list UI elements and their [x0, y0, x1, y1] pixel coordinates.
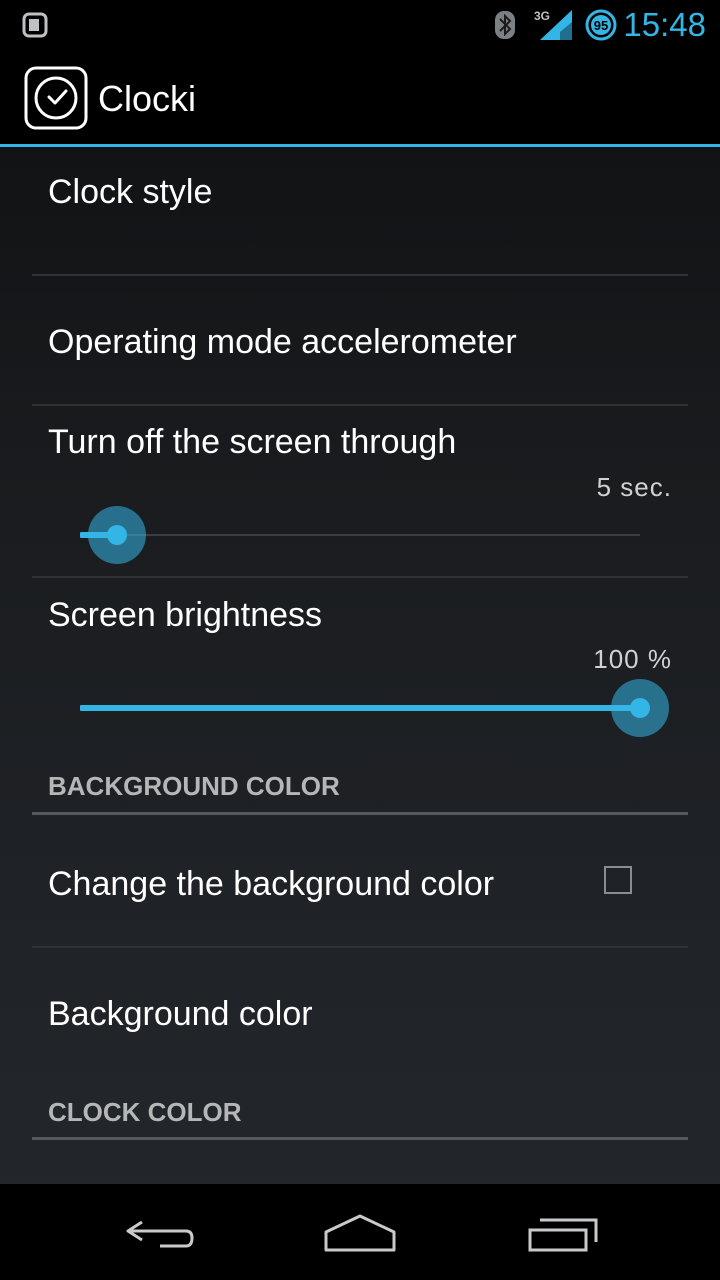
category-divider: [32, 812, 688, 815]
navigation-bar: [0, 1184, 720, 1280]
signal-icon: 3G: [534, 9, 572, 40]
battery-level: 95: [594, 18, 608, 33]
change-background-checkbox[interactable]: [604, 866, 632, 894]
notification-icon: [22, 12, 48, 38]
category-background-color: BACKGROUND COLOR: [48, 771, 340, 801]
pref-brightness-title[interactable]: Screen brightness: [48, 595, 322, 635]
recents-icon[interactable]: [522, 1202, 602, 1262]
back-icon[interactable]: [120, 1202, 200, 1262]
status-bar: 3G 95 15:48: [0, 0, 720, 50]
clock-icon[interactable]: [24, 66, 88, 130]
pref-background-color[interactable]: Background color: [48, 994, 313, 1034]
battery-icon: 95: [585, 9, 617, 41]
divider: [32, 946, 688, 948]
screen-off-value: 5 sec.: [596, 472, 672, 502]
pref-operating-mode[interactable]: Operating mode accelerometer: [48, 322, 517, 362]
slider-thumb[interactable]: [630, 698, 650, 718]
home-icon[interactable]: [320, 1202, 400, 1262]
action-bar: Clocki: [0, 50, 720, 147]
slider-fill: [80, 705, 640, 711]
network-label: 3G: [534, 9, 550, 23]
divider: [32, 576, 688, 578]
slider-track[interactable]: [80, 534, 640, 536]
slider-thumb[interactable]: [107, 525, 127, 545]
pref-clock-style[interactable]: Clock style: [48, 172, 212, 212]
brightness-value: 100 %: [593, 644, 672, 674]
bluetooth-icon: [495, 11, 515, 39]
divider: [32, 404, 688, 406]
status-time: 15:48: [623, 6, 706, 43]
category-divider: [32, 1137, 688, 1140]
pref-change-background[interactable]: Change the background color: [48, 864, 494, 904]
category-clock-color: CLOCK COLOR: [48, 1097, 242, 1127]
pref-screen-off-title[interactable]: Turn off the screen through: [48, 422, 456, 462]
divider: [32, 274, 688, 276]
app-title: Clocki: [98, 78, 197, 119]
